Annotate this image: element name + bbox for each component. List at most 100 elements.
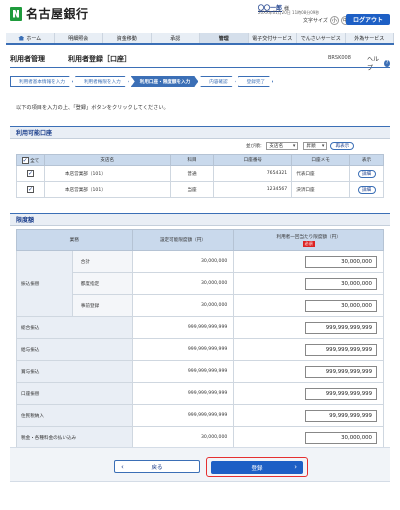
table-row: 住民税納入 999,999,999,999 99,999,999,999	[16, 404, 384, 427]
back-button[interactable]: ‹ 戻る	[114, 460, 200, 473]
limit-label: 都度指定	[71, 272, 133, 295]
chevron-left-icon: ‹	[121, 463, 124, 471]
limit-input-cell: 30,000,000	[233, 294, 384, 317]
row-checkbox[interactable]: ✓	[26, 170, 34, 177]
limit-label: 口座振替	[16, 382, 133, 405]
limit-label: 税金・各種料金の払い込み	[16, 426, 133, 449]
limit-input[interactable]: 999,999,999,999	[305, 321, 377, 334]
bank-logo[interactable]: 名古屋銀行	[10, 5, 89, 22]
step-basic-info: 利用者基本情報を入力	[10, 76, 73, 87]
limit-input[interactable]: 30,000,000	[305, 431, 377, 444]
header: 名古屋銀行 〇〇一郎様 20XX年01月20日 11時08分09秒 文字サイズ …	[0, 0, 400, 30]
select-all-header[interactable]: ✓ 全て	[16, 154, 45, 166]
max-limit-value: 999,999,999,999	[131, 360, 235, 383]
select-all-label: 全て	[30, 158, 40, 164]
limit-input-cell: 99,999,999,999	[233, 404, 384, 427]
limit-label: 合計	[71, 250, 133, 273]
transfer-group-label: 振込振替	[16, 250, 73, 317]
sort-label: 並び順：	[246, 144, 265, 149]
nav-statements[interactable]: 明細照会	[55, 33, 103, 43]
home-icon	[18, 35, 25, 41]
limits-header-row: 業務 設定可能限度額（円） 利用者一回当たり限度額（円） 必須	[16, 229, 384, 251]
max-limit-value: 999,999,999,999	[131, 316, 235, 339]
max-limit-value: 30,000,000	[131, 294, 235, 317]
step-accounts-limits: 利用口座・限度額を入力	[131, 76, 199, 87]
nav-home-label: ホーム	[26, 35, 42, 42]
font-size-small-button[interactable]: 小	[329, 16, 339, 25]
detail-button[interactable]: 詳細	[357, 169, 376, 178]
max-limit-value: 30,000,000	[131, 426, 235, 449]
limit-input-cell: 999,999,999,999	[233, 316, 384, 339]
column-user-limit-label: 利用者一回当たり限度額（円）	[276, 234, 341, 240]
select-all-checkbox[interactable]: ✓	[21, 156, 29, 164]
limit-input[interactable]: 30,000,000	[305, 299, 377, 312]
column-branch: 支店名	[43, 154, 171, 166]
accounts-table: ✓ 全て 支店名 科目 口座番号 口座メモ 表示 ✓ 本店営業部（101） 普通…	[16, 154, 384, 198]
table-row: 事前登録 30,000,000 30,000,000	[17, 294, 384, 317]
sort-select[interactable]: 支店名	[266, 142, 299, 150]
title-divider	[10, 67, 390, 68]
subject-cell: 普通	[169, 165, 215, 182]
table-row: ✓ 本店営業部（101） 普通 7654321 代表口座 詳細	[16, 165, 384, 182]
row-checkbox-cell: ✓	[16, 181, 45, 198]
nav-densai[interactable]: でんさいサービス	[297, 33, 346, 43]
table-row: 給与振込 999,999,999,999 999,999,999,999	[16, 338, 384, 361]
table-row: 振込振替 合計 30,000,000 30,000,000	[16, 250, 384, 317]
limit-input-cell: 999,999,999,999	[233, 382, 384, 405]
limit-label: 給与振込	[16, 338, 133, 361]
required-badge: 必須	[302, 240, 315, 247]
limit-input[interactable]: 30,000,000	[305, 255, 377, 268]
row-checkbox[interactable]: ✓	[26, 186, 34, 193]
limit-input[interactable]: 999,999,999,999	[305, 365, 377, 378]
max-limit-value: 999,999,999,999	[131, 382, 235, 405]
limit-input-cell: 30,000,000	[233, 426, 384, 449]
logout-button[interactable]: ログアウト	[346, 14, 390, 25]
max-limit-value: 30,000,000	[131, 250, 235, 273]
max-limit-value: 999,999,999,999	[131, 404, 235, 427]
help-icon: ?	[384, 59, 390, 67]
table-row: 都度指定 30,000,000 30,000,000	[17, 272, 384, 295]
max-limit-value: 30,000,000	[131, 272, 235, 295]
column-subject: 科目	[169, 154, 215, 166]
limits-table: 業務 設定可能限度額（円） 利用者一回当たり限度額（円） 必須 振込振替 合計 3…	[16, 229, 384, 449]
memo-cell: 決済口座	[291, 181, 351, 198]
sort-controls: 並び順： 支店名 昇順 再表示	[246, 142, 355, 150]
limit-input-cell: 999,999,999,999	[233, 338, 384, 361]
nav-management[interactable]: 管理	[200, 33, 249, 43]
register-highlight: 登録 ›	[206, 457, 308, 477]
detail-cell: 詳細	[349, 165, 384, 182]
register-button[interactable]: 登録 ›	[211, 461, 303, 474]
back-button-label: 戻る	[151, 464, 163, 471]
accounts-section-title: 利用可能口座	[10, 127, 390, 139]
limit-input-cell: 999,999,999,999	[233, 360, 384, 383]
limit-input[interactable]: 30,000,000	[305, 277, 377, 290]
resort-button[interactable]: 再表示	[330, 142, 355, 150]
branch-cell: 本店営業部（101）	[43, 181, 171, 198]
chevron-right-icon: ›	[294, 463, 297, 471]
screen-id: BRSK008	[328, 55, 351, 61]
limit-input[interactable]: 999,999,999,999	[305, 343, 377, 356]
nav-home[interactable]: ホーム	[6, 33, 55, 43]
table-row: ✓ 本店営業部（101） 当座 1234567 決済口座 詳細	[16, 181, 384, 198]
limit-input[interactable]: 999,999,999,999	[305, 387, 377, 400]
nav-forex[interactable]: 外為サービス	[346, 33, 394, 43]
column-display: 表示	[349, 154, 384, 166]
global-nav: ホーム 明細照会 資金移動 承認 管理 電子交付サービス でんさいサービス 外為…	[6, 33, 394, 45]
page-title-main: 利用者管理	[10, 55, 45, 63]
limit-input[interactable]: 99,999,999,999	[305, 409, 377, 422]
step-permissions: 利用者権限を入力	[75, 76, 129, 87]
limit-label: 賞与振込	[16, 360, 133, 383]
nav-approval[interactable]: 承認	[152, 33, 200, 43]
limits-section: 限度額	[10, 213, 390, 226]
detail-button[interactable]: 詳細	[357, 185, 376, 194]
limit-label: 住民税納入	[16, 404, 133, 427]
help-link[interactable]: ヘルプ?	[367, 54, 390, 72]
column-memo: 口座メモ	[291, 154, 351, 166]
table-row: 総合振込 999,999,999,999 999,999,999,999	[16, 316, 384, 339]
nav-transfer[interactable]: 資金移動	[103, 33, 152, 43]
column-business: 業務	[16, 229, 133, 251]
accounts-section: 利用可能口座	[10, 126, 390, 139]
limit-label: 総合振込	[16, 316, 133, 339]
nav-e-delivery[interactable]: 電子交付サービス	[249, 33, 297, 43]
order-select[interactable]: 昇順	[303, 142, 328, 150]
